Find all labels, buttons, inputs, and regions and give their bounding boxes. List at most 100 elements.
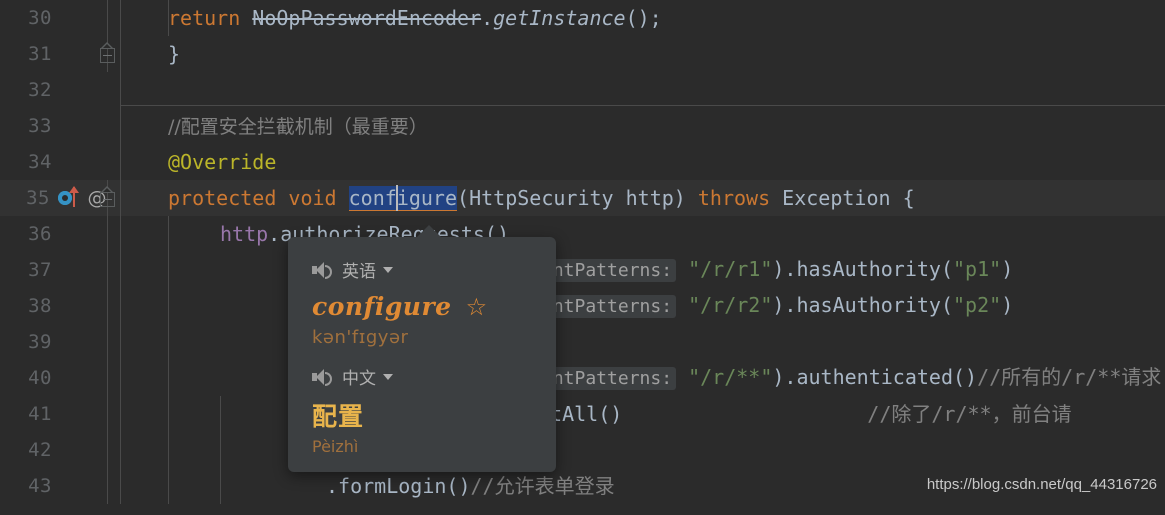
editor-line-38[interactable]: 38 antPatterns: "/r/r2").hasAuthority("p… (0, 288, 1165, 324)
line-number: 34 (28, 151, 52, 173)
editor-line-33[interactable]: 33 //配置安全拦截机制（最重要） (0, 108, 1165, 144)
selected-method-text-b: igure (396, 186, 458, 210)
gutter-42[interactable]: 42 (0, 432, 108, 468)
param-hint-38: antPatterns: (538, 295, 677, 318)
code-area-35[interactable]: protected void configure(HttpSecurity ht… (108, 180, 1165, 216)
editor-line-31[interactable]: 31 } (0, 36, 1165, 72)
code-text-38: antPatterns: "/r/r2").hasAuthority("p2") (108, 288, 1013, 324)
editor-line-32[interactable]: 32 (0, 72, 1165, 108)
code-text-37: antPatterns: "/r/r1").hasAuthority("p1") (108, 252, 1013, 288)
line-number: 36 (28, 223, 52, 245)
code-area-39[interactable] (108, 324, 1165, 360)
token-dot36: . (268, 222, 281, 246)
token-static-method: getInstance (493, 6, 626, 30)
line-number: 41 (28, 403, 52, 425)
line-number: 43 (28, 475, 52, 497)
editor-line-30[interactable]: 30 return NoOpPasswordEncoder.getInstanc… (0, 0, 1165, 36)
token-receiver: http (220, 222, 269, 246)
chevron-down-icon-target[interactable] (383, 373, 393, 380)
gutter-35[interactable]: 35 @ (0, 180, 108, 216)
token-open-brace: { (902, 186, 915, 210)
token-string-37: "/r/r1" (688, 257, 773, 281)
fold-marker-icon[interactable] (100, 42, 116, 64)
speaker-icon-target[interactable] (312, 368, 332, 386)
code-area-32[interactable] (108, 72, 1165, 108)
token-tail: (); (625, 6, 662, 30)
gutter-30[interactable]: 30 (0, 0, 108, 36)
source-language-row[interactable]: 英语 (288, 257, 556, 282)
text-caret (395, 184, 398, 211)
line-number: 42 (28, 439, 52, 461)
line-number: 37 (28, 259, 52, 281)
token-tail-40: ).authenticated() (772, 365, 978, 389)
block-separator (120, 105, 1165, 106)
speaker-icon-source[interactable] (312, 261, 332, 279)
line-number: 40 (28, 367, 52, 389)
token-comment-40: //所有的/r/**请求 (977, 365, 1162, 389)
token-dot: . (481, 6, 494, 30)
token-tail-37: ).hasAuthority( (772, 257, 954, 281)
target-language-row[interactable]: 中文 (288, 364, 556, 389)
code-text-40: antPatterns: "/r/**").authenticated()//所… (108, 360, 1161, 396)
gutter-36[interactable]: 36 (0, 216, 108, 252)
token-deprecated-class: NoOpPasswordEncoder (252, 6, 482, 30)
token-return: return (168, 6, 241, 30)
token-params: (HttpSecurity http) (457, 186, 686, 210)
selected-method-name[interactable]: configure (348, 184, 458, 211)
code-area-36[interactable]: http.authorizeRequests() (108, 216, 1165, 252)
editor-line-35[interactable]: 35 @ protected void configure(HttpSecuri… (0, 180, 1165, 216)
editor-line-40[interactable]: 40 antPatterns: "/r/**").authenticated()… (0, 360, 1165, 396)
code-area-34[interactable]: @Override (108, 144, 1165, 180)
code-area-42[interactable] (108, 432, 1165, 468)
token-comment-41: //除了/r/**，前台请 (867, 402, 1072, 426)
gutter-38[interactable]: 38 (0, 288, 108, 324)
translation-text: 配置 (312, 402, 365, 431)
gutter-31[interactable]: 31 (0, 36, 108, 72)
fold-marker-icon-35[interactable] (100, 186, 116, 208)
gutter-39[interactable]: 39 (0, 324, 108, 360)
code-area-38[interactable]: antPatterns: "/r/r2").hasAuthority("p2") (108, 288, 1165, 324)
gutter-40[interactable]: 40 (0, 360, 108, 396)
code-area-33[interactable]: //配置安全拦截机制（最重要） (108, 108, 1165, 144)
token-tail-38: ).hasAuthority( (772, 293, 954, 317)
editor-line-41[interactable]: 41 itAll()//除了/r/**，前台请 (0, 396, 1165, 432)
token-close-brace: } (168, 42, 181, 66)
code-area-30[interactable]: return NoOpPasswordEncoder.getInstance()… (108, 0, 1165, 36)
phonetic-text: kən'fɪgyər (312, 327, 409, 348)
gutter-34[interactable]: 34 (0, 144, 108, 180)
star-icon[interactable]: ☆ (466, 295, 488, 319)
code-text-34: @Override (108, 144, 276, 180)
gutter-43[interactable]: 43 (0, 468, 108, 504)
target-language-label: 中文 (342, 369, 376, 389)
line-number: 31 (28, 43, 52, 65)
token-arg-37: "p1" (953, 257, 1002, 281)
editor-line-34[interactable]: 34 @Override (0, 144, 1165, 180)
code-text-43: .formLogin()//允许表单登录 (108, 468, 615, 504)
code-area-31[interactable]: } (108, 36, 1165, 72)
code-text-31: } (108, 36, 180, 72)
code-text-30: return NoOpPasswordEncoder.getInstance()… (108, 0, 662, 36)
editor-line-37[interactable]: 37 antPatterns: "/r/r1").hasAuthority("p… (0, 252, 1165, 288)
token-string-38: "/r/r2" (688, 293, 773, 317)
chevron-down-icon-source[interactable] (383, 266, 393, 273)
overriding-method-icon[interactable] (58, 186, 84, 209)
source-language-label: 英语 (342, 262, 376, 282)
code-editor[interactable]: 30 return NoOpPasswordEncoder.getInstanc… (0, 0, 1165, 515)
token-exception: Exception (782, 186, 891, 210)
line-number: 33 (28, 115, 52, 137)
code-area-37[interactable]: antPatterns: "/r/r1").hasAuthority("p1") (108, 252, 1165, 288)
popup-pointer-arrow (416, 225, 442, 238)
gutter-32[interactable]: 32 (0, 72, 108, 108)
code-area-41[interactable]: itAll()//除了/r/**，前台请 (108, 396, 1165, 432)
editor-line-39[interactable]: 39 (0, 324, 1165, 360)
editor-line-42[interactable]: 42 (0, 432, 1165, 468)
param-hint-37: antPatterns: (538, 259, 677, 282)
translation-popup[interactable]: 英语 configure ☆ kən'fɪgyər 中文 配置 Pèizhì (288, 237, 556, 472)
gutter-33[interactable]: 33 (0, 108, 108, 144)
token-close-38: ) (1001, 293, 1014, 317)
editor-line-36[interactable]: 36 http.authorizeRequests() (0, 216, 1165, 252)
gutter-37[interactable]: 37 (0, 252, 108, 288)
code-area-40[interactable]: antPatterns: "/r/**").authenticated()//所… (108, 360, 1165, 396)
line-number: 38 (28, 295, 52, 317)
gutter-41[interactable]: 41 (0, 396, 108, 432)
